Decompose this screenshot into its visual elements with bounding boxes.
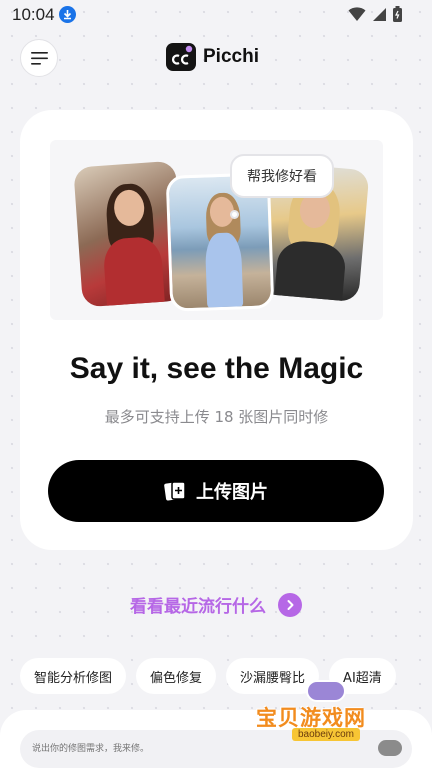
upload-photos-icon xyxy=(164,480,186,502)
watermark-url: baobeiy.com xyxy=(292,728,360,741)
speech-bubble: 帮我修好看 xyxy=(230,154,334,198)
system-icons xyxy=(348,6,402,22)
status-time: 10:04 xyxy=(12,5,55,24)
chip-smart-analysis[interactable]: 智能分析修图 xyxy=(20,658,127,694)
upload-button-label: 上传图片 xyxy=(196,482,268,503)
menu-icon xyxy=(30,51,48,65)
upload-limit-text: 最多可支持上传 18 张图片同时修 xyxy=(104,408,329,426)
chip-color-cast-fix[interactable]: 偏色修复 xyxy=(136,658,217,694)
signal-icon xyxy=(373,7,386,21)
app-logo: Picchi xyxy=(166,43,259,71)
wifi-icon xyxy=(348,6,366,21)
gamepad-icon xyxy=(306,680,346,702)
site-watermark: 宝贝游戏网 baobeiy.com xyxy=(252,680,412,750)
download-icon xyxy=(59,6,76,23)
speech-bubble-tail xyxy=(230,210,239,219)
trending-link[interactable]: 看看最近流行什么 xyxy=(0,592,432,617)
menu-button[interactable] xyxy=(20,39,58,77)
chevron-right-icon xyxy=(278,592,302,617)
battery-icon xyxy=(393,6,402,22)
upload-card: 帮我修好看 Say it, see the Magic 最多可支持上传 18 张… xyxy=(20,110,413,550)
status-bar: 10:04 xyxy=(0,0,432,30)
sample-photo-collage: 帮我修好看 xyxy=(50,140,383,320)
headline: Say it, see the Magic xyxy=(69,352,364,385)
picchi-logo-icon xyxy=(166,43,196,71)
upload-photos-button[interactable]: 上传图片 xyxy=(48,460,384,522)
app-name: Picchi xyxy=(203,46,259,67)
trending-label: 看看最近流行什么 xyxy=(130,597,266,617)
